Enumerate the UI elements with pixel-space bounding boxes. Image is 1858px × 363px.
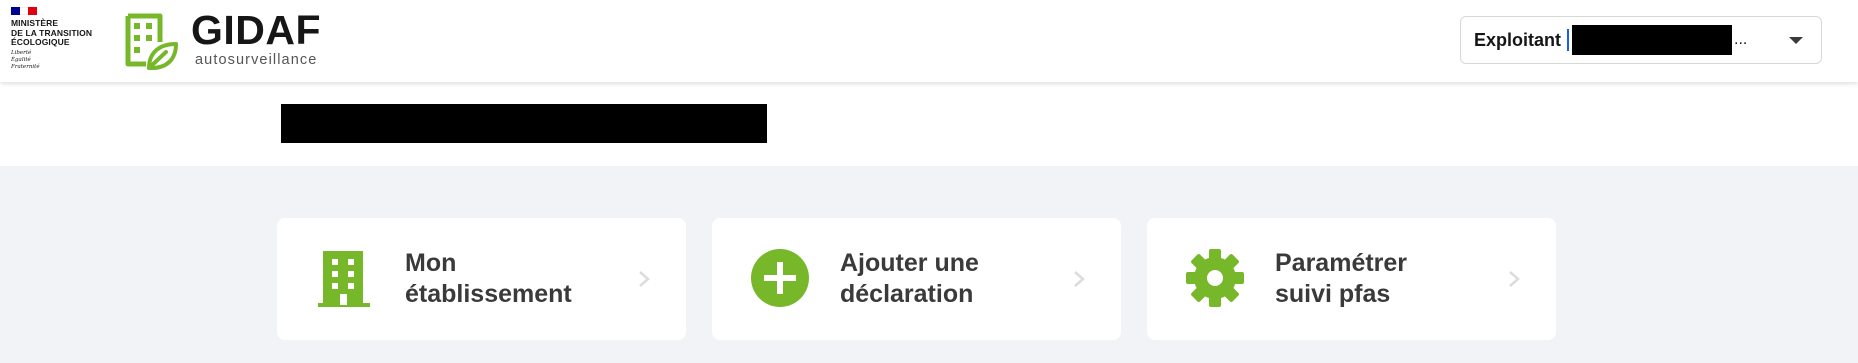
app-header: MINISTÈRE DE LA TRANSITION ÉCOLOGIQUE Li…: [0, 0, 1858, 82]
card-label: Paramétrer suivi pfas: [1275, 248, 1407, 310]
chevron-down-icon: [1789, 37, 1803, 44]
card-label-line: Paramétrer: [1275, 249, 1408, 277]
card-label: Ajouter une déclaration: [840, 248, 979, 310]
chevron-right-icon: [639, 271, 650, 287]
redacted-account-name: [1572, 25, 1733, 55]
republic-motto: Liberté Égalité Fraternité: [11, 50, 106, 71]
chevron-right-icon: [1074, 271, 1085, 287]
motto-line: Liberté: [11, 49, 32, 56]
motto-line: Égalité: [11, 56, 31, 63]
motto-line: Fraternité: [11, 63, 40, 70]
card-label-line: Ajouter une: [840, 249, 979, 277]
chevron-right-icon: [1509, 271, 1520, 287]
card-label-line: déclaration: [840, 280, 974, 308]
account-name-ellipsis: ...: [1734, 31, 1748, 48]
ministry-logo[interactable]: MINISTÈRE DE LA TRANSITION ÉCOLOGIQUE Li…: [11, 7, 106, 71]
card-label-line: Mon: [405, 249, 457, 277]
gear-icon: [1186, 249, 1244, 307]
card-mon-etablissement[interactable]: Mon établissement: [277, 218, 686, 340]
brand-name[interactable]: GIDAF: [191, 8, 321, 52]
building-icon: [318, 251, 370, 307]
ministry-name: MINISTÈRE DE LA TRANSITION ÉCOLOGIQUE: [11, 18, 106, 48]
page-title-band: [0, 82, 1858, 166]
brand-subtitle: autosurveillance: [195, 52, 318, 68]
account-role: Exploitant: [1474, 29, 1562, 50]
card-ajouter-declaration[interactable]: Ajouter une déclaration: [712, 218, 1121, 340]
ministry-line: ÉCOLOGIQUE: [11, 37, 70, 47]
account-selector[interactable]: Exploitant ...: [1460, 16, 1822, 64]
french-flag-icon: [11, 7, 38, 15]
gidaf-building-leaf-icon[interactable]: [122, 12, 180, 70]
card-label-line: suivi pfas: [1275, 280, 1391, 308]
card-parametrer-suivi-pfas[interactable]: Paramétrer suivi pfas: [1147, 218, 1556, 340]
role-separator: [1567, 29, 1570, 51]
card-label-line: établissement: [405, 280, 572, 308]
redacted-page-title: [281, 104, 767, 143]
card-label: Mon établissement: [405, 248, 572, 310]
add-circle-icon: [751, 249, 809, 307]
